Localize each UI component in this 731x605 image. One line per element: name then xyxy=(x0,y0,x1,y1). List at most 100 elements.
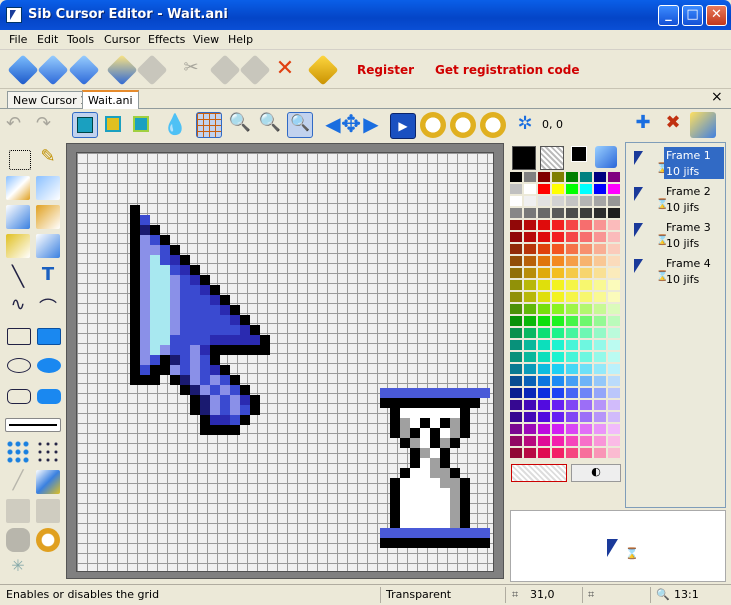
palette-swatch[interactable] xyxy=(524,436,536,446)
palette-swatch[interactable] xyxy=(552,424,564,434)
palette-swatch[interactable] xyxy=(524,220,536,230)
palette-swatch[interactable] xyxy=(580,448,592,458)
palette-swatch[interactable] xyxy=(524,244,536,254)
palette-swatch[interactable] xyxy=(580,412,592,422)
palette-swatch[interactable] xyxy=(524,424,536,434)
palette-swatch[interactable] xyxy=(524,400,536,410)
palette-swatch[interactable] xyxy=(566,400,578,410)
palette-swatch[interactable] xyxy=(510,280,522,290)
palette-swatch[interactable] xyxy=(524,172,536,182)
palette-swatch[interactable] xyxy=(594,208,606,218)
menu-edit[interactable]: Edit xyxy=(37,33,58,46)
palette-swatch[interactable] xyxy=(538,316,550,326)
palette-swatch[interactable] xyxy=(510,268,522,278)
palette-swatch[interactable] xyxy=(538,184,550,194)
palette-swatch[interactable] xyxy=(566,244,578,254)
palette-swatch[interactable] xyxy=(608,232,620,242)
menu-effects[interactable]: Effects xyxy=(148,33,185,46)
palette-swatch[interactable] xyxy=(510,328,522,338)
palette-swatch[interactable] xyxy=(566,340,578,350)
close-tab-icon[interactable]: × xyxy=(711,89,723,105)
palette-swatch[interactable] xyxy=(580,400,592,410)
palette-swatch[interactable] xyxy=(608,412,620,422)
palette-swatch[interactable] xyxy=(594,352,606,362)
palette-swatch[interactable] xyxy=(608,376,620,386)
palette-swatch[interactable] xyxy=(594,268,606,278)
register-link[interactable]: Register xyxy=(357,63,414,77)
palette-swatch[interactable] xyxy=(552,292,564,302)
palette-swatch[interactable] xyxy=(608,256,620,266)
palette-swatch[interactable] xyxy=(566,376,578,386)
palette-swatch[interactable] xyxy=(510,208,522,218)
palette-swatch[interactable] xyxy=(580,328,592,338)
palette-swatch[interactable] xyxy=(538,328,550,338)
palette-swatch[interactable] xyxy=(594,280,606,290)
palette-swatch[interactable] xyxy=(538,268,550,278)
frame-cube-icon[interactable] xyxy=(72,112,98,138)
palette-swatch[interactable] xyxy=(510,364,522,374)
filled-ellipse-tool-icon[interactable] xyxy=(37,358,61,373)
palette-swatch[interactable] xyxy=(580,208,592,218)
swap-colors-icon[interactable] xyxy=(571,146,587,162)
palette-swatch[interactable] xyxy=(594,340,606,350)
palette-swatch[interactable] xyxy=(538,304,550,314)
menu-view[interactable]: View xyxy=(193,33,219,46)
all-frames-icon[interactable] xyxy=(101,112,127,138)
palette-swatch[interactable] xyxy=(580,268,592,278)
palette-swatch[interactable] xyxy=(580,352,592,362)
palette-swatch[interactable] xyxy=(510,172,522,182)
pencil-tool-icon[interactable]: ✎ xyxy=(36,146,60,170)
palette-swatch[interactable] xyxy=(552,328,564,338)
import-icon[interactable] xyxy=(106,54,138,86)
palette-swatch[interactable] xyxy=(594,304,606,314)
palette-swatch[interactable] xyxy=(608,304,620,314)
palette-swatch[interactable] xyxy=(608,268,620,278)
minimize-button[interactable]: _ xyxy=(658,5,679,26)
palette-swatch[interactable] xyxy=(552,184,564,194)
palette-swatch[interactable] xyxy=(510,352,522,362)
palette-swatch[interactable] xyxy=(552,352,564,362)
line-width-selector[interactable] xyxy=(5,418,61,432)
palette-swatch[interactable] xyxy=(608,172,620,182)
palette-swatch[interactable] xyxy=(552,196,564,206)
palette-swatch[interactable] xyxy=(580,436,592,446)
palette-swatch[interactable] xyxy=(608,220,620,230)
palette-swatch[interactable] xyxy=(608,388,620,398)
palette-swatch[interactable] xyxy=(566,436,578,446)
palette-swatch[interactable] xyxy=(594,256,606,266)
palette-swatch[interactable] xyxy=(538,448,550,458)
palette-swatch[interactable] xyxy=(594,220,606,230)
palette-swatch[interactable] xyxy=(566,328,578,338)
palette-swatch[interactable] xyxy=(510,316,522,326)
palette-swatch[interactable] xyxy=(510,244,522,254)
palette-swatch[interactable] xyxy=(580,232,592,242)
menu-tools[interactable]: Tools xyxy=(67,33,94,46)
palette-swatch[interactable] xyxy=(594,412,606,422)
frame-properties-icon[interactable] xyxy=(690,112,716,138)
eraser-tool-icon[interactable] xyxy=(36,176,60,200)
get-registration-code-link[interactable]: Get registration code xyxy=(435,63,579,77)
palette-swatch[interactable] xyxy=(566,220,578,230)
palette-swatch[interactable] xyxy=(538,436,550,446)
palette-swatch[interactable] xyxy=(552,268,564,278)
picker-tool-icon[interactable] xyxy=(36,234,60,258)
palette-swatch[interactable] xyxy=(538,388,550,398)
palette-swatch[interactable] xyxy=(524,184,536,194)
palette-swatch[interactable] xyxy=(552,340,564,350)
palette-swatch[interactable] xyxy=(552,400,564,410)
palette-swatch[interactable] xyxy=(580,292,592,302)
palette-swatch[interactable] xyxy=(510,340,522,350)
inverse-color-swatch[interactable]: ◐ xyxy=(571,464,621,482)
palette-swatch[interactable] xyxy=(608,184,620,194)
palette-swatch[interactable] xyxy=(552,220,564,230)
palette-swatch[interactable] xyxy=(580,304,592,314)
palette-swatch[interactable] xyxy=(538,280,550,290)
palette-swatch[interactable] xyxy=(608,292,620,302)
palette-swatch[interactable] xyxy=(594,436,606,446)
palette-swatch[interactable] xyxy=(524,328,536,338)
palette-swatch[interactable] xyxy=(524,268,536,278)
palette-swatch[interactable] xyxy=(580,196,592,206)
palette-swatch[interactable] xyxy=(580,220,592,230)
open-icon[interactable] xyxy=(37,54,69,86)
palette-swatch[interactable] xyxy=(552,412,564,422)
